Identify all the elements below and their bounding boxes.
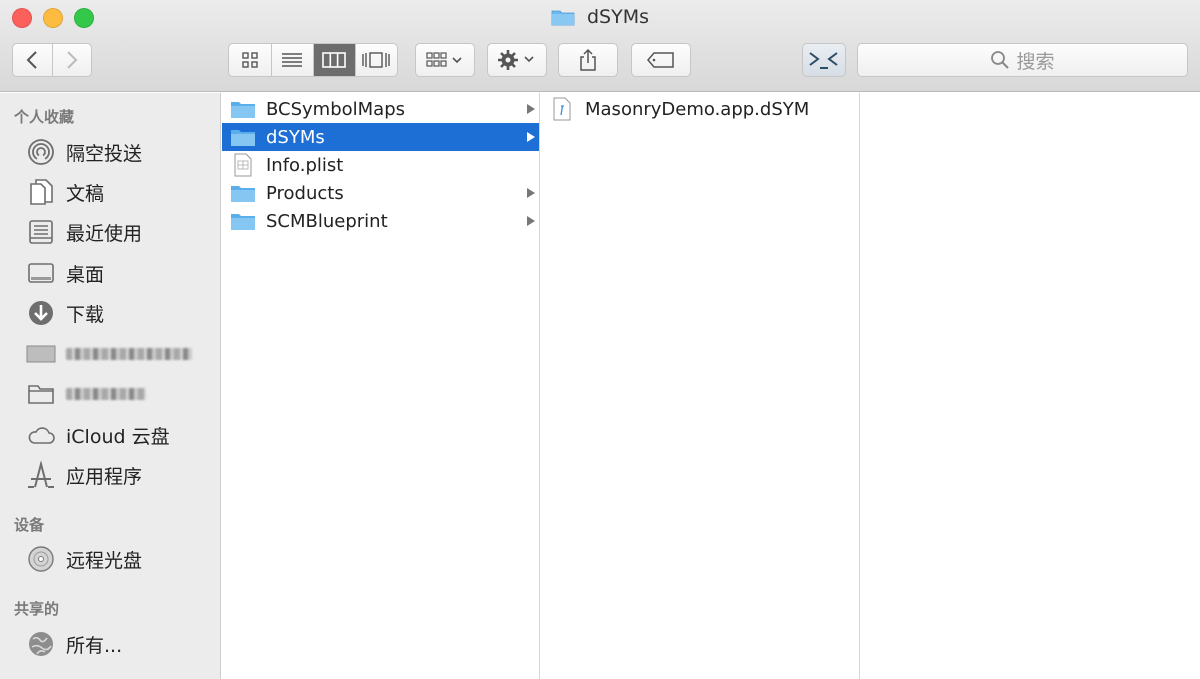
browser-column-3 <box>861 93 1200 679</box>
forward-button[interactable] <box>51 44 91 76</box>
back-button[interactable] <box>13 44 52 76</box>
folder-icon <box>551 8 575 31</box>
sidebar-item-documents[interactable]: 文稿 <box>26 176 104 208</box>
search-icon <box>991 51 1010 69</box>
dsym-file-icon <box>549 97 575 121</box>
share-button[interactable] <box>558 43 618 77</box>
sidebar-item-label: 桌面 <box>66 263 105 286</box>
disclosure-arrow-icon <box>527 132 535 142</box>
terminal-button[interactable] <box>802 43 846 77</box>
folder-icon <box>230 125 256 149</box>
sidebar-item-all-shared[interactable]: 所有... <box>26 628 122 660</box>
plist-file-icon <box>230 153 256 177</box>
sidebar-item-remote-disc[interactable]: 远程光盘 <box>26 543 142 575</box>
sidebar-item-downloads[interactable]: 下载 <box>26 297 104 329</box>
columns-icon <box>322 52 347 68</box>
list-icon <box>282 53 303 67</box>
folder-icon <box>230 181 256 205</box>
sidebar-item-label: iCloud 云盘 <box>66 425 170 448</box>
tags-button[interactable] <box>631 43 691 77</box>
network-icon <box>26 629 56 659</box>
arrange-button[interactable] <box>415 43 475 77</box>
list-item-selected[interactable]: dSYMs <box>222 123 539 151</box>
list-item[interactable]: Info.plist <box>222 151 539 179</box>
sidebar-item-airdrop[interactable]: 隔空投送 <box>26 136 142 168</box>
redacted-label <box>66 348 192 360</box>
sidebar-item-label: 文稿 <box>66 182 105 205</box>
sidebar: 个人收藏 隔空投送 文稿 最近使用 桌面 下载 iCloud 云盘 应用程序 设… <box>0 93 221 679</box>
sidebar-item-label: 最近使用 <box>66 222 143 245</box>
list-item[interactable]: Products <box>222 179 539 207</box>
icon-grid-icon <box>242 52 258 68</box>
folder-icon <box>230 209 256 233</box>
disclosure-arrow-icon <box>527 104 535 114</box>
terminal-icon <box>809 52 838 69</box>
item-label: SCMBlueprint <box>266 210 388 232</box>
disclosure-arrow-icon <box>527 216 535 226</box>
gallery-view-button[interactable] <box>354 44 397 76</box>
sidebar-item-label: 下载 <box>66 303 105 326</box>
airdrop-icon <box>26 137 56 167</box>
chevron-left-icon <box>27 51 38 69</box>
sidebar-item-blurred-2[interactable] <box>26 378 146 410</box>
redacted-label <box>66 388 146 400</box>
window-title-text: dSYMs <box>587 6 650 28</box>
documents-icon <box>26 177 56 207</box>
search-field[interactable]: 搜索 <box>857 43 1188 77</box>
list-item[interactable]: MasonryDemo.app.dSYM <box>541 95 859 123</box>
sidebar-item-icloud[interactable]: iCloud 云盘 <box>26 419 170 451</box>
hard-drive-icon <box>26 339 56 369</box>
browser-column-1: BCSymbolMaps dSYMs Info.plist Products S… <box>222 93 540 679</box>
icon-view-button[interactable] <box>229 44 271 76</box>
applications-icon <box>26 460 56 490</box>
folder-icon <box>26 379 56 409</box>
window-toolbar: dSYMs 搜索 <box>0 0 1200 92</box>
favorites-header: 个人收藏 <box>14 108 75 126</box>
coverflow-icon <box>362 52 391 68</box>
share-icon <box>580 48 596 71</box>
list-view-button[interactable] <box>270 44 313 76</box>
sidebar-item-blurred-1[interactable] <box>26 338 192 370</box>
list-item[interactable]: BCSymbolMaps <box>222 95 539 123</box>
sidebar-item-label: 所有... <box>66 634 123 657</box>
view-mode-buttons <box>228 43 398 77</box>
item-label: Info.plist <box>266 154 344 176</box>
sidebar-item-label: 远程光盘 <box>66 549 143 572</box>
folder-icon <box>230 97 256 121</box>
shared-header: 共享的 <box>14 600 60 618</box>
sidebar-item-label: 应用程序 <box>66 465 143 488</box>
cloud-icon <box>26 420 56 450</box>
disc-icon <box>26 544 56 574</box>
browser-column-2: MasonryDemo.app.dSYM <box>541 93 860 679</box>
item-label: dSYMs <box>266 126 325 148</box>
recents-icon <box>26 217 56 247</box>
column-view-button[interactable] <box>312 44 355 76</box>
item-label: MasonryDemo.app.dSYM <box>585 98 810 120</box>
gear-icon <box>498 50 534 70</box>
chevron-right-icon <box>67 51 78 69</box>
sidebar-item-desktop[interactable]: 桌面 <box>26 257 104 289</box>
desktop-icon <box>26 258 56 288</box>
search-placeholder: 搜索 <box>1016 50 1055 73</box>
list-item[interactable]: SCMBlueprint <box>222 207 539 235</box>
window-title: dSYMs <box>0 6 1200 31</box>
tag-icon <box>647 52 674 68</box>
action-menu-button[interactable] <box>487 43 547 77</box>
devices-header: 设备 <box>14 516 45 534</box>
downloads-icon <box>26 298 56 328</box>
sidebar-item-label: 隔空投送 <box>66 142 143 165</box>
sidebar-item-recents[interactable]: 最近使用 <box>26 216 142 248</box>
disclosure-arrow-icon <box>527 188 535 198</box>
item-label: Products <box>266 182 344 204</box>
arrange-icon <box>426 52 462 67</box>
sidebar-item-applications[interactable]: 应用程序 <box>26 459 142 491</box>
navigation-buttons <box>12 43 92 77</box>
item-label: BCSymbolMaps <box>266 98 406 120</box>
